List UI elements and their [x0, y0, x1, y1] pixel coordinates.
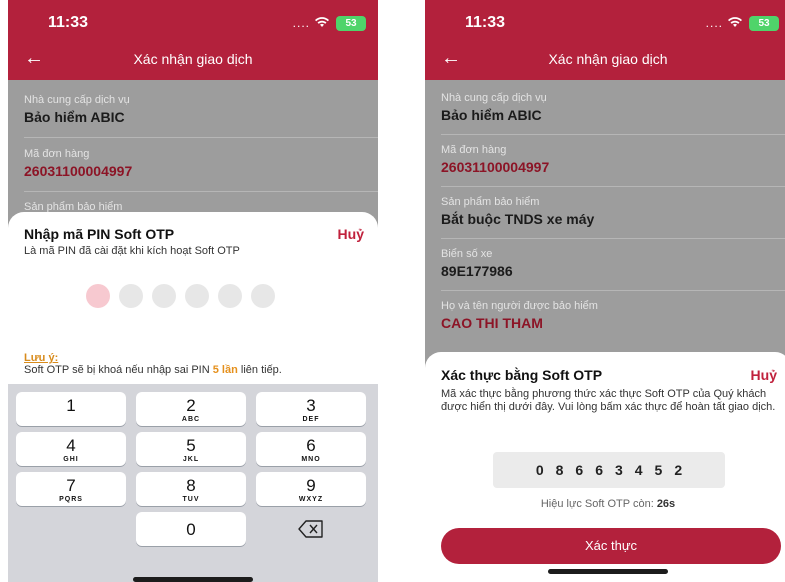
provider-value: Bảo hiểm ABIC: [24, 109, 125, 125]
key-blank: [16, 512, 126, 546]
insured-label: Họ và tên người được bảo hiểm: [441, 300, 598, 312]
nav-bar: ← Xác nhận giao dịch: [425, 48, 785, 72]
status-bar: 11:33 .... 53: [425, 14, 785, 34]
home-indicator: [548, 569, 668, 574]
key-3[interactable]: 3 DEF: [256, 392, 366, 426]
nav-bar: ← Xác nhận giao dịch: [8, 48, 378, 72]
battery-icon: 53: [336, 16, 366, 31]
key-4[interactable]: 4 GHI: [16, 432, 126, 466]
provider-field: Nhà cung cấp dịch vụ Bảo hiểm ABIC: [441, 92, 547, 123]
otp-code: 08663452: [493, 452, 725, 488]
order-value: 26031100004997: [441, 159, 550, 175]
note-highlight: 5 lần: [212, 364, 238, 376]
provider-value: Bảo hiểm ABIC: [441, 107, 542, 123]
app-header: 11:33 .... 53 ← Xác nhận giao dịch: [425, 0, 785, 80]
pin-dot: [251, 284, 275, 308]
divider: [441, 186, 785, 187]
cancel-button[interactable]: Huỷ: [751, 367, 777, 383]
pin-dot-filled: [86, 284, 110, 308]
provider-label: Nhà cung cấp dịch vụ: [24, 94, 130, 106]
page-title: Xác nhận giao dịch: [133, 51, 253, 67]
warning-note: Lưu ý: Soft OTP sẽ bị khoá nếu nhập sai …: [24, 352, 370, 376]
order-label: Mã đơn hàng: [24, 148, 90, 160]
sheet-title: Xác thực bằng Soft OTP: [441, 367, 603, 383]
product-label: Sản phẩm bảo hiểm: [441, 196, 540, 208]
right-screen: 11:33 .... 53 ← Xác nhận giao dịch Nhà c…: [425, 0, 785, 582]
pin-dot: [152, 284, 176, 308]
divider: [24, 137, 378, 138]
plate-label: Biển số xe: [441, 248, 493, 260]
key-2[interactable]: 2 ABC: [136, 392, 246, 426]
battery-icon: 53: [749, 16, 779, 31]
backspace-icon[interactable]: [256, 512, 366, 546]
wifi-icon: [314, 15, 330, 31]
confirm-button[interactable]: Xác thực: [441, 528, 781, 564]
key-6[interactable]: 6 MNO: [256, 432, 366, 466]
home-indicator: [133, 577, 253, 582]
left-screen: 11:33 .... 53 ← Xác nhận giao dịch Nhà c…: [8, 0, 378, 582]
cancel-button[interactable]: Huỷ: [338, 226, 364, 242]
otp-countdown: 26s: [656, 498, 676, 510]
divider: [441, 134, 785, 135]
key-0[interactable]: 0: [136, 512, 246, 546]
order-field: Mã đơn hàng 26031100004997: [441, 144, 549, 175]
pin-sheet: Nhập mã PIN Soft OTP Huỷ Là mã PIN đã cà…: [8, 212, 378, 582]
key-8[interactable]: 8 TUV: [136, 472, 246, 506]
key-5[interactable]: 5 JKL: [136, 432, 246, 466]
pin-dot: [218, 284, 242, 308]
app-header: 11:33 .... 53 ← Xác nhận giao dịch: [8, 0, 378, 80]
product-value: Bắt buộc TNDS xe máy: [441, 211, 595, 227]
signal-icon: ....: [292, 16, 310, 30]
provider-label: Nhà cung cấp dịch vụ: [441, 92, 547, 104]
plate-value: 89E177986: [441, 263, 513, 279]
order-label: Mã đơn hàng: [441, 144, 507, 156]
product-field: Sản phẩm bảo hiểm Bắt buộc TNDS xe máy: [441, 196, 594, 227]
pin-dot: [119, 284, 143, 308]
status-time: 11:33: [465, 14, 506, 31]
provider-field: Nhà cung cấp dịch vụ Bảo hiểm ABIC: [24, 94, 130, 125]
pin-dot: [185, 284, 209, 308]
divider: [441, 238, 785, 239]
status-time: 11:33: [48, 14, 89, 31]
page-title: Xác nhận giao dịch: [548, 51, 668, 67]
divider: [441, 290, 785, 291]
plate-field: Biển số xe 89E177986: [441, 248, 513, 279]
insured-value: CAO THI THAM: [441, 315, 543, 331]
otp-validity: Hiệu lực Soft OTP còn: 26s: [540, 498, 676, 510]
pin-dots: [86, 284, 275, 308]
status-bar: 11:33 .... 53: [8, 14, 378, 34]
sheet-description: Mã xác thực bằng phương thức xác thực So…: [441, 388, 776, 413]
key-7[interactable]: 7 PQRS: [16, 472, 126, 506]
insured-field: Họ và tên người được bảo hiểm CAO THI TH…: [441, 300, 598, 331]
sheet-title: Nhập mã PIN Soft OTP: [24, 226, 175, 242]
order-field: Mã đơn hàng 26031100004997: [24, 148, 132, 179]
key-1[interactable]: 1: [16, 392, 126, 426]
order-value: 26031100004997: [24, 163, 133, 179]
note-title: Lưu ý:: [24, 352, 59, 364]
note-text: Soft OTP sẽ bị khoá nếu nhập sai PIN 5 l…: [24, 364, 282, 376]
key-9[interactable]: 9 WXYZ: [256, 472, 366, 506]
wifi-icon: [727, 15, 743, 31]
otp-sheet: Xác thực bằng Soft OTP Huỷ Mã xác thực b…: [425, 352, 785, 582]
numeric-keypad: 1 2 ABC 3 DEF 4 GHI 5 JKL 6 MNO 7 PQRS 8 TUV 9W…: [8, 384, 378, 582]
signal-icon: ....: [705, 16, 723, 30]
divider: [24, 191, 378, 192]
sheet-subtitle: Là mã PIN đã cài đặt khi kích hoạt Soft …: [24, 245, 240, 257]
